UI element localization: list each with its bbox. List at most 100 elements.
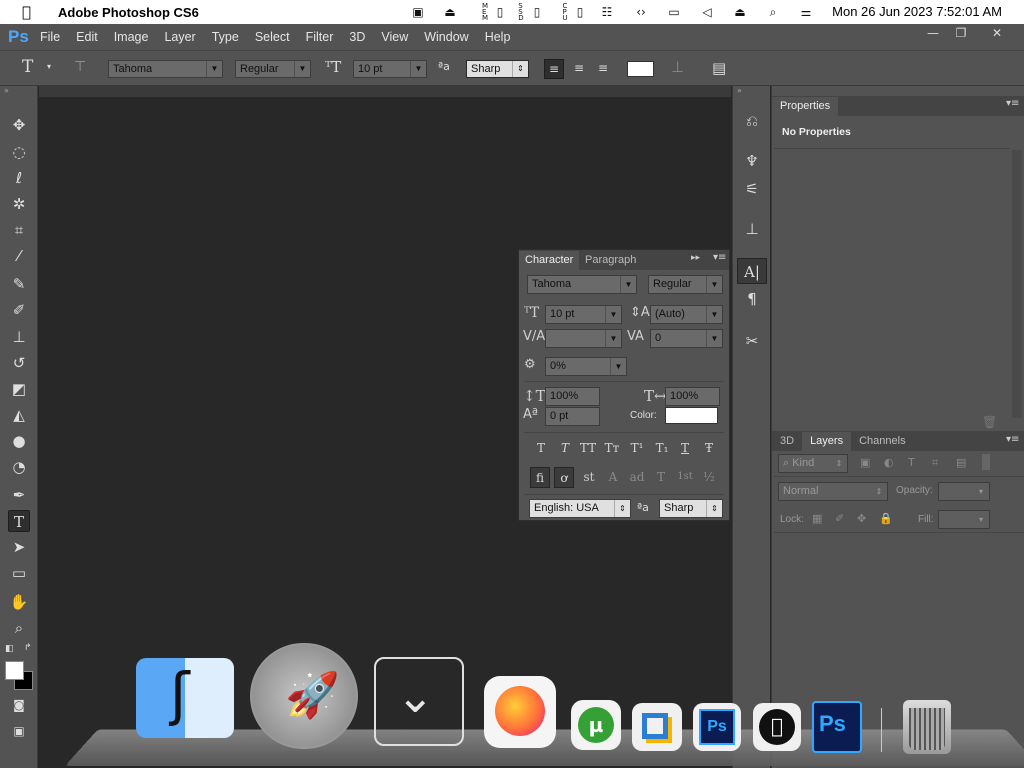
foreground-color-swatch[interactable] [5, 661, 24, 680]
font-style-select[interactable]: Regular ▼ [235, 60, 311, 78]
tool-presets-icon[interactable]: ✂ [737, 328, 767, 354]
phone-icon[interactable]: ▯ [528, 3, 546, 21]
search-icon[interactable]: ⌕ [764, 3, 782, 21]
launchpad-icon[interactable]: 🚀 [250, 643, 358, 749]
blur-tool-icon[interactable]: ● [8, 430, 30, 452]
photoshop-dock-icon-2[interactable]: Ps [812, 701, 862, 753]
panel-menu-icon[interactable]: ▾≡ [1006, 434, 1019, 445]
character-panel-icon[interactable]: A| [737, 258, 767, 284]
font-size-select[interactable]: 10 pt ▼ [353, 60, 427, 78]
filter-toggle[interactable] [982, 454, 990, 470]
char-font-style-select[interactable]: Regular ▼ [648, 275, 723, 294]
phone-icon[interactable]: ▯ [571, 3, 589, 21]
lock-transparent-icon[interactable]: ▦ [812, 512, 822, 525]
brush-presets-icon[interactable]: ♆ [737, 148, 767, 174]
menu-file[interactable]: File [40, 30, 60, 44]
tab-paragraph[interactable]: Paragraph [585, 251, 636, 270]
healing-brush-tool-icon[interactable]: ✎ [8, 273, 30, 295]
crop-tool-icon[interactable]: ⌗ [8, 219, 30, 241]
discretionary-ligatures-button[interactable]: st [579, 467, 599, 488]
firefox-icon[interactable] [484, 676, 556, 748]
stats-icon[interactable]: ☷ [598, 3, 616, 21]
utorrent-icon[interactable]: µ [571, 700, 621, 750]
titling-alternates-button[interactable]: T [651, 467, 671, 488]
faux-bold-button[interactable]: T [531, 438, 551, 458]
eject-icon[interactable]: ⏏ [731, 3, 749, 21]
monitor-icon[interactable]: ▭ [665, 3, 683, 21]
downloads-stack-icon[interactable]: ⌄ [374, 657, 464, 746]
lock-pixels-icon[interactable]: ✐ [835, 512, 844, 525]
language-select[interactable]: English: USA ⇕ [529, 499, 631, 518]
screen-mode-icon[interactable]: ▣ [8, 720, 30, 742]
blend-mode-select[interactable]: Normal ⇕ [778, 482, 888, 501]
tab-channels[interactable]: Channels [851, 432, 913, 451]
paragraph-panel-icon[interactable]: ¶ [737, 286, 767, 312]
standard-ligatures-button[interactable]: ﬁ [530, 467, 550, 488]
finder-icon[interactable]: ʃ [136, 658, 234, 738]
restore-button[interactable]: ❐ [946, 26, 976, 44]
apple-menu-icon[interactable]:  [22, 3, 38, 21]
type-tool-icon[interactable]: T [8, 510, 30, 532]
brush-panel-icon[interactable]: ⚟ [737, 176, 767, 202]
default-colors-icon[interactable]: ◧ [5, 644, 14, 654]
small-caps-button[interactable]: Tт [602, 438, 622, 458]
apple-app-icon[interactable]:  [753, 703, 801, 751]
scrollbar[interactable] [1012, 150, 1022, 418]
tab-3d[interactable]: 3D [772, 432, 802, 451]
close-button[interactable]: ✕ [982, 26, 1012, 44]
superscript-button[interactable]: T¹ [627, 438, 647, 458]
eraser-tool-icon[interactable]: ◩ [8, 378, 30, 400]
menu-help[interactable]: Help [485, 30, 511, 44]
quick-mask-icon[interactable]: ◙ [8, 694, 30, 716]
menu-layer[interactable]: Layer [164, 30, 195, 44]
all-caps-button[interactable]: TT [578, 438, 598, 458]
text-color-swatch[interactable] [627, 61, 654, 77]
menu-window[interactable]: Window [424, 30, 468, 44]
char-color-swatch[interactable] [665, 407, 718, 424]
type-filter-icon[interactable]: T [908, 456, 915, 469]
panel-menu-icon[interactable]: ▾≡ [1006, 98, 1019, 109]
menu-type[interactable]: Type [212, 30, 239, 44]
marquee-tool-icon[interactable]: ◌ [8, 141, 30, 163]
display-icon[interactable]: ▣ [409, 3, 427, 21]
lock-all-icon[interactable]: 🔒 [879, 512, 893, 525]
menu-view[interactable]: View [381, 30, 408, 44]
trash-dock-icon[interactable] [903, 700, 951, 754]
opacity-input[interactable]: ▾ [938, 482, 990, 501]
menu-edit[interactable]: Edit [76, 30, 98, 44]
align-left-icon[interactable]: ≡ [544, 59, 564, 79]
trash-icon[interactable]: 🗑 [982, 415, 997, 429]
ordinals-button[interactable]: 1st [675, 467, 695, 488]
toggle-panels-icon[interactable]: ▤ [712, 59, 726, 77]
eyedropper-tool-icon[interactable]: ⁄ [8, 245, 30, 267]
fill-input[interactable]: ▾ [938, 510, 990, 529]
clock[interactable]: Mon 26 Jun 2023 7:52:01 AM [832, 4, 1002, 19]
font-family-select[interactable]: Tahoma ▼ [108, 60, 223, 78]
underline-button[interactable]: T [675, 438, 695, 458]
path-selection-tool-icon[interactable]: ➤ [8, 536, 30, 558]
adjustment-filter-icon[interactable]: ◐ [884, 456, 894, 469]
smart-object-filter-icon[interactable]: ▤ [956, 456, 966, 469]
orientation-toggle-icon[interactable]: ⊤ [74, 59, 86, 75]
faux-italic-button[interactable]: T [555, 438, 575, 458]
fractions-button[interactable]: ½ [699, 467, 719, 488]
collapse-icon[interactable]: ▸▸ [691, 253, 700, 263]
tab-layers[interactable]: Layers [802, 432, 852, 451]
menu-select[interactable]: Select [255, 30, 290, 44]
brush-tool-icon[interactable]: ✐ [8, 299, 30, 321]
layer-filter-select[interactable]: ⌕ Kind ⇕ [778, 454, 848, 473]
collapse-icon[interactable]: » [737, 86, 742, 95]
contextual-alternates-button[interactable]: ơ [554, 467, 574, 488]
paint-bucket-tool-icon[interactable]: ◭ [8, 404, 30, 426]
move-tool-icon[interactable]: ✥ [8, 114, 30, 136]
lock-position-icon[interactable]: ✥ [857, 512, 866, 525]
clone-stamp-tool-icon[interactable]: ⊥ [8, 326, 30, 348]
tab-character[interactable]: Character [519, 251, 580, 270]
collapse-icon[interactable]: » [4, 86, 9, 95]
parallels-icon[interactable] [632, 703, 682, 751]
pen-tool-icon[interactable]: ✒ [8, 484, 30, 506]
char-tsume-select[interactable]: 0% ▼ [545, 357, 627, 376]
zoom-tool-icon[interactable]: ⌕ [8, 617, 30, 639]
battery-icon[interactable]: ▯ [491, 3, 509, 21]
tab-properties[interactable]: Properties [772, 97, 839, 116]
